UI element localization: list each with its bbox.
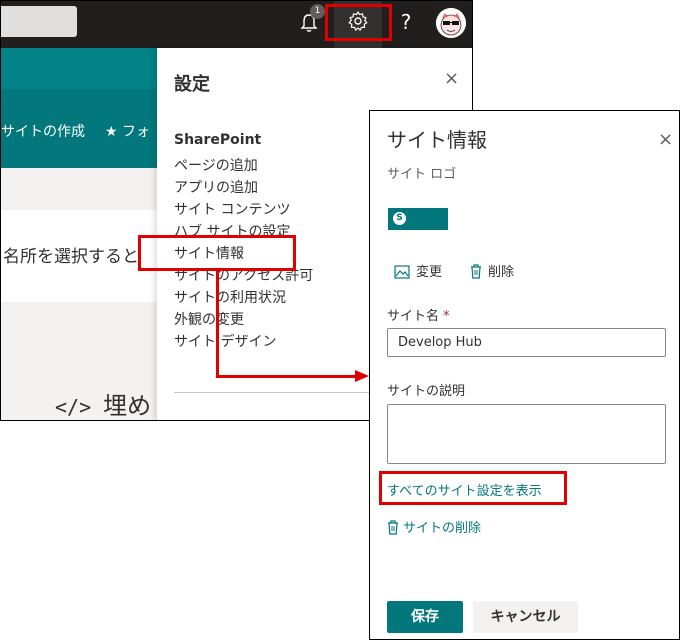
annotation-arrow-line	[216, 375, 358, 378]
delete-site-label: サイトの削除	[403, 521, 482, 536]
change-label: 変更	[416, 265, 443, 280]
site-name-label-text: サイト名	[387, 309, 440, 324]
site-logo: S	[388, 208, 448, 230]
annotation-site-info-highlight	[138, 235, 296, 271]
site-information-panel: サイト情報 × サイト ロゴ S 変更 削除 サイト名 * Develop Hub…	[369, 110, 680, 640]
annotation-gear-highlight	[325, 4, 392, 41]
delete-site-link[interactable]: サイトの削除	[387, 517, 481, 536]
menu-item-site-designs[interactable]: サイト デザイン	[174, 332, 276, 352]
follow-link[interactable]: ★ フォ	[105, 121, 150, 141]
sharepoint-logo-icon: S	[393, 212, 406, 225]
trash-icon	[471, 264, 481, 279]
save-button[interactable]: 保存	[387, 601, 463, 633]
embed-title: 埋め	[103, 392, 152, 420]
delete-label: 削除	[488, 265, 515, 280]
change-logo-button[interactable]: 変更	[394, 261, 442, 280]
cancel-button[interactable]: キャンセル	[473, 601, 578, 633]
trash-icon	[388, 520, 398, 535]
settings-title: 設定	[174, 74, 210, 95]
close-icon[interactable]: ×	[444, 68, 459, 89]
annotation-arrow-head	[355, 370, 369, 382]
avatar[interactable]	[436, 8, 466, 38]
image-icon	[394, 265, 410, 279]
annotation-all-settings-highlight	[379, 471, 567, 505]
site-description-label: サイトの説明	[387, 384, 466, 399]
site-name-label: サイト名 *	[387, 305, 450, 324]
required-mark: *	[443, 309, 450, 324]
help-icon[interactable]: ?	[398, 7, 414, 37]
create-site-link[interactable]: サイトの作成	[1, 121, 85, 141]
sharepoint-heading: SharePoint	[174, 132, 262, 148]
site-name-input[interactable]: Develop Hub	[387, 328, 666, 357]
menu-item-add-page[interactable]: ページの追加	[174, 156, 258, 176]
code-icon: </>	[55, 395, 92, 419]
site-logo-label: サイト ロゴ	[387, 167, 457, 182]
avatar-image	[436, 8, 466, 38]
menu-item-site-usage[interactable]: サイトの利用状況	[174, 288, 286, 308]
notification-badge: 1	[310, 4, 325, 19]
menu-item-change-look[interactable]: 外観の変更	[174, 310, 244, 330]
site-description-input[interactable]	[387, 404, 666, 464]
panel-title: サイト情報	[387, 128, 487, 152]
delete-logo-button[interactable]: 削除	[470, 261, 514, 280]
content-text: 名所を選択すると	[3, 247, 139, 267]
menu-item-site-contents[interactable]: サイト コンテンツ	[174, 200, 290, 220]
site-header-strip	[1, 48, 161, 89]
embed-webpart: </> 埋め	[55, 386, 152, 420]
search-box[interactable]	[1, 6, 77, 37]
annotation-arrow-line	[216, 270, 219, 378]
close-icon[interactable]: ×	[658, 129, 673, 150]
menu-item-add-app[interactable]: アプリの追加	[174, 178, 258, 198]
